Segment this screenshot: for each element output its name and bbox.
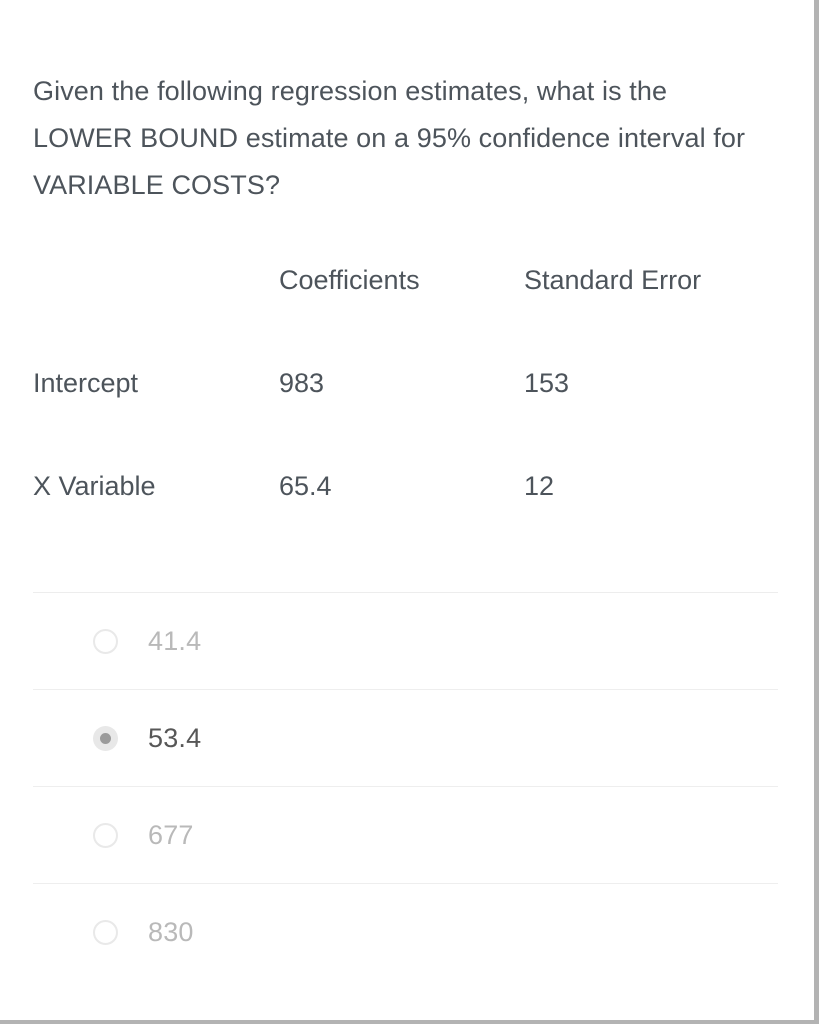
table-header-blank xyxy=(33,258,279,361)
answer-option-3[interactable]: 677 xyxy=(33,786,778,883)
cell-intercept-standard-error: 153 xyxy=(524,368,570,398)
cell-x-variable-standard-error: 12 xyxy=(524,471,555,501)
answer-option-label-1: 41.4 xyxy=(148,625,202,656)
radio-button-icon-4[interactable] xyxy=(93,919,118,945)
regression-estimates-table: Coefficients Standard Error Intercept 98… xyxy=(33,258,763,524)
cell-x-variable-coefficient: 65.4 xyxy=(279,471,332,501)
question-block: Given the following regression estimates… xyxy=(33,68,763,209)
cell-intercept-coefficient: 983 xyxy=(279,368,325,398)
radio-button-icon-3[interactable] xyxy=(93,822,118,848)
question-text: Given the following regression estimates… xyxy=(33,76,746,200)
table-header: Coefficients Standard Error xyxy=(33,258,763,361)
answer-option-label-4: 830 xyxy=(148,916,194,947)
row-label-x-variable: X Variable xyxy=(33,471,156,501)
table-header-standard-error: Standard Error xyxy=(524,265,702,295)
table-header-coefficients: Coefficients xyxy=(279,265,420,295)
answer-option-1[interactable]: 41.4 xyxy=(33,592,778,689)
table-body: Intercept 983 153 X Variable 65.4 12 xyxy=(33,361,763,524)
table-header-row: Coefficients Standard Error xyxy=(33,258,763,361)
table-row: X Variable 65.4 12 xyxy=(33,464,763,524)
table-row: Intercept 983 153 xyxy=(33,361,763,464)
answer-option-label-3: 677 xyxy=(148,819,194,850)
answer-option-label-2: 53.4 xyxy=(148,722,202,753)
answer-options-list: 41.4 53.4 677 830 xyxy=(33,592,778,980)
answer-option-4[interactable]: 830 xyxy=(33,883,778,980)
radio-button-icon-1[interactable] xyxy=(93,628,118,654)
row-label-intercept: Intercept xyxy=(33,368,139,398)
radio-button-icon-2[interactable] xyxy=(93,725,118,751)
quiz-question-page: Given the following regression estimates… xyxy=(0,0,819,1024)
answer-option-2[interactable]: 53.4 xyxy=(33,689,778,786)
